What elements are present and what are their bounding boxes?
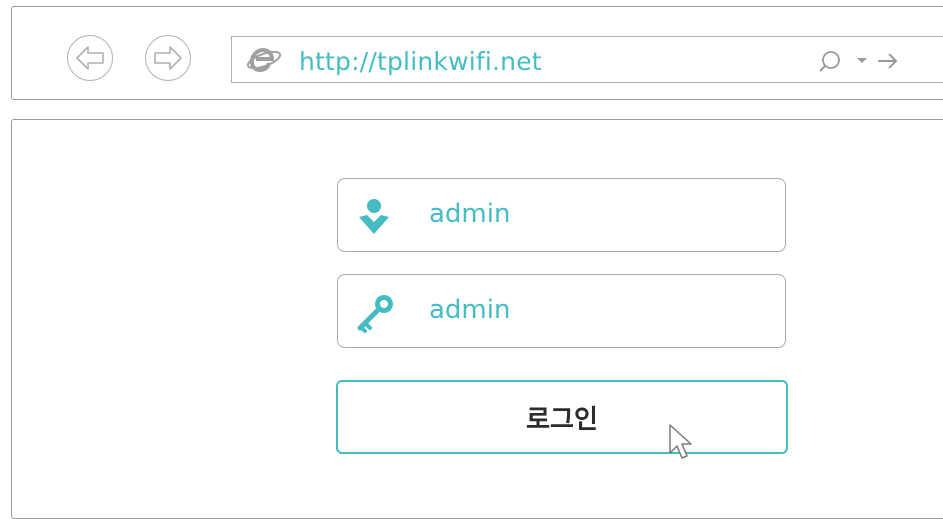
go-arrow-icon[interactable] [876,51,900,71]
key-icon [357,295,393,333]
login-button-label: 로그인 [526,404,598,435]
back-button[interactable] [67,35,113,81]
dropdown-icon[interactable] [856,57,868,65]
username-field[interactable]: admin [337,178,786,252]
forward-button[interactable] [145,35,191,81]
address-bar[interactable]: http://tplinkwifi.net [231,36,943,83]
user-icon [359,199,389,234]
browser-toolbar: http://tplinkwifi.net [11,6,943,100]
search-icon[interactable] [817,49,843,75]
password-field[interactable]: admin [337,274,786,348]
login-button[interactable]: 로그인 [336,380,788,454]
password-value: admin [429,295,511,325]
internet-explorer-icon [246,47,282,73]
forward-arrow-icon [154,46,182,70]
url-text: http://tplinkwifi.net [299,47,542,76]
back-arrow-icon [76,46,104,70]
username-value: admin [429,199,511,229]
mouse-pointer-icon [669,424,692,459]
